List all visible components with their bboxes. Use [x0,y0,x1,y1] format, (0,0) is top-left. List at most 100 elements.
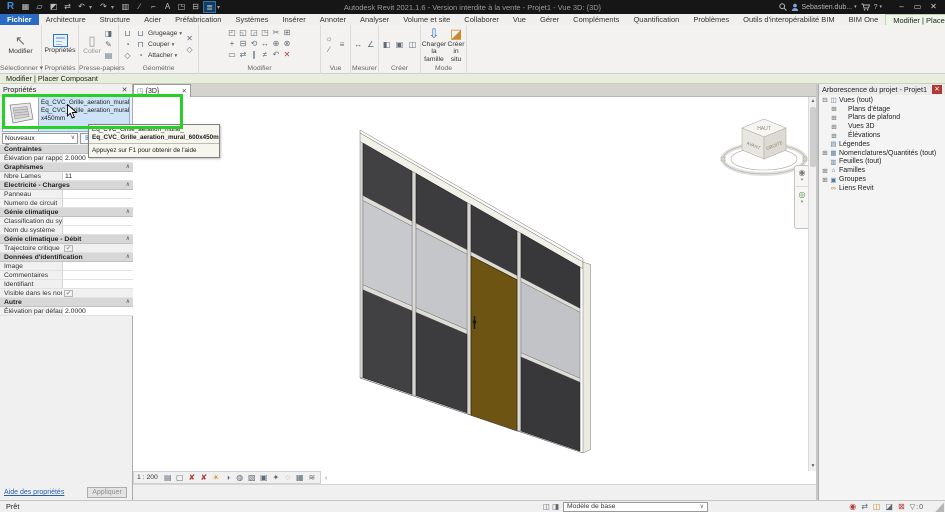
property-value[interactable] [62,271,133,279]
cope-icon[interactable]: ⊔ [122,29,133,39]
selection-filter[interactable]: ▽:0 [910,503,923,511]
property-row[interactable]: Trajectoire critique ✔ [0,244,133,253]
load-family-button[interactable]: ⇩ Charger la famille [423,26,446,63]
reveal-hidden-icon[interactable]: ▦ [295,472,305,484]
split-icon[interactable]: ✂ [271,28,282,38]
unpin-icon[interactable]: ⊗ [282,39,293,49]
detail-level-icon[interactable]: ▤ [163,472,173,484]
ribbon-tab[interactable]: Gérer [533,14,566,25]
open-icon[interactable]: ▱ [33,1,46,13]
ribbon-tab[interactable]: Outils d'interopérabilité BIM [736,14,841,25]
array-icon[interactable]: ⊞ [282,28,293,38]
properties-help-link[interactable]: Aide des propriétés [4,489,64,496]
create-group-icon[interactable]: ◧ [381,40,392,50]
model-inplace-button[interactable]: ◪ Créer in situ [448,26,465,63]
show-crop-icon[interactable]: ▣ [259,472,269,484]
property-value[interactable]: ✔ [64,290,73,297]
properties-button[interactable]: Propriétés [44,34,76,54]
property-row[interactable]: Visible dans les nom... ✔ [0,289,133,298]
match-icon[interactable]: ≠ [260,50,271,60]
revit-logo[interactable]: R [3,1,18,13]
modify-button[interactable]: ↖ Modifier [4,33,38,55]
extend-icon[interactable]: ⇄ [238,50,249,60]
property-row[interactable]: Élévation par défaut_2 2.0000 [0,307,133,316]
tree-item-label[interactable]: Feuilles (tout) [838,158,881,165]
exclude-options-icon[interactable]: ◉ [849,502,856,512]
ribbon-tab[interactable]: Architecture [39,14,93,25]
property-value[interactable] [62,199,133,207]
panel-select-label[interactable]: Sélectionner ▾ [0,64,41,74]
undo-dropdown-icon[interactable]: ▾ [89,4,96,11]
copy-modify-icon[interactable]: ⊟ [238,39,249,49]
crop-view-icon[interactable]: ▧ [247,472,257,484]
temporary-hide-icon[interactable]: ◌ [283,472,293,484]
ribbon-tab[interactable]: Insérer [275,14,312,25]
sun-path-icon[interactable]: ✘ [187,472,197,484]
tree-item[interactable]: ⊞ ▣ Groupes [819,175,945,184]
paint-icon[interactable]: ◇ [122,51,133,61]
worksharing-display-icon[interactable]: ≋ [307,472,317,484]
tree-item[interactable]: ▤ Légendes [819,140,945,149]
tree-expander-icon[interactable]: ⊞ [821,167,829,175]
ribbon-tab[interactable]: BIM One [842,14,886,25]
undo-mod-icon[interactable]: ↶ [271,50,282,60]
print-icon[interactable]: ▥ [119,1,132,13]
ribbon-tab[interactable]: Annoter [313,14,353,25]
door-handle-knob[interactable] [473,320,477,324]
tree-expander-icon[interactable]: ⊞ [821,149,829,157]
property-row[interactable]: Graphismes [0,163,133,172]
tree-item[interactable]: ⊞ ⌂ Familles [819,166,945,175]
move-icon[interactable]: + [227,39,238,49]
save-icon[interactable]: ◩ [47,1,60,13]
app-store-icon[interactable] [861,1,870,13]
clipboard-icon[interactable]: ▤ [103,51,114,61]
ribbon-tab[interactable]: Problèmes [686,14,736,25]
tree-item[interactable]: ⊞ Élévations [819,131,945,140]
paste-button[interactable]: ▯ Coller [83,33,101,55]
steering-wheel-dropdown-icon[interactable]: ▾ [801,178,804,183]
property-value[interactable]: 11 [62,172,133,180]
ribbon-tab[interactable]: Structure [93,14,137,25]
undo-icon[interactable]: ↶ [75,1,88,13]
user-account[interactable]: Sebastien.dub... ▾ [791,1,856,13]
property-row[interactable]: Image [0,262,133,271]
section-icon[interactable]: ⊟ [189,1,202,13]
scale-control[interactable]: 1 : 200 [137,474,161,481]
measure-icon[interactable]: ∕ [133,1,146,13]
measure-length-icon[interactable]: ↔ [353,40,364,50]
family-filter-combo[interactable]: Nouveaux Equipement ∨ [2,133,78,144]
property-row[interactable]: Electricité - Charges [0,181,133,190]
property-row[interactable]: Données d'identification [0,253,133,262]
align-icon[interactable]: ◰ [227,28,238,38]
offset-icon[interactable]: ◱ [238,28,249,38]
ribbon-tab[interactable]: Quantification [626,14,686,25]
aligned-dimension-icon[interactable]: ⌐ [147,1,160,13]
cope-menu[interactable]: ⊔Grugeage▾ [135,29,182,39]
tree-expander-icon[interactable]: ⊟ [821,96,829,104]
property-value[interactable]: ✔ [64,245,73,252]
scroll-left-icon[interactable]: ‹ [325,475,327,482]
ribbon-tab[interactable]: Fichier [0,14,39,25]
qat-customize-icon[interactable]: ▾ [217,4,224,11]
mullion-1[interactable] [412,171,416,395]
minimize-button[interactable]: – [894,1,909,13]
property-row[interactable]: Panneau [0,190,133,199]
trim-icon[interactable]: ↔ [260,39,271,49]
apply-button[interactable]: Appliquer [87,487,127,498]
thin-lines-icon[interactable]: ≣ [203,1,216,13]
views-icon[interactable]: ▦ [19,1,32,13]
tree-item-label[interactable]: Groupes [838,176,866,183]
design-option-combo[interactable]: Modèle de base ∨ [563,502,708,512]
restore-button[interactable]: ▭ [910,1,925,13]
tree-expander-icon[interactable]: ⊞ [830,114,838,122]
join-geometry-icon[interactable]: ◔ [122,40,133,50]
project-browser-close-icon[interactable]: ✕ [932,85,942,94]
zoom-dropdown-icon[interactable]: ▾ [801,200,804,205]
close-button[interactable]: ✕ [926,1,941,13]
tree-item[interactable]: ⊞ Plans d'étage [819,105,945,114]
ribbon-tab[interactable]: Systèmes [228,14,275,25]
ribbon-tab[interactable]: Collaborer [457,14,506,25]
property-row[interactable]: Autre [0,298,133,307]
tree-item-label[interactable]: Vues 3D [847,123,875,130]
property-row[interactable]: Nom du système [0,226,133,235]
